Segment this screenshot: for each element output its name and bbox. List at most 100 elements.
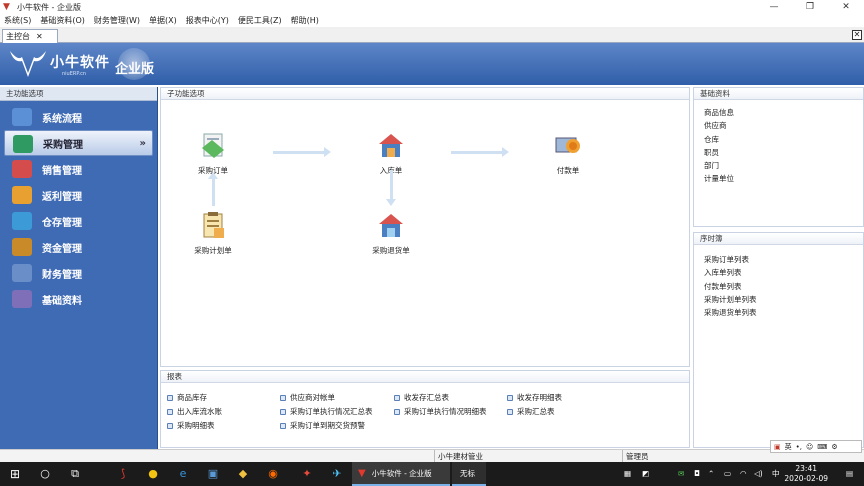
menu-finance[interactable]: 财务管理(W) <box>94 15 140 26</box>
app-window: ▼ 小牛软件 - 企业版 — ❐ ✕ 系统(S) 基础资料(O) 财务管理(W)… <box>0 0 864 463</box>
menu-reports[interactable]: 报表中心(Y) <box>186 15 229 26</box>
tray-wifi-icon[interactable]: ◠ <box>740 462 747 486</box>
menu-documents[interactable]: 单据(X) <box>149 15 177 26</box>
report-label: 采购订单执行情况明细表 <box>404 407 487 416</box>
nav-item-rebate[interactable]: 返利管理 <box>0 182 157 208</box>
report-link[interactable]: 收发存明细表 <box>507 392 562 403</box>
taskbar-app-xiaoniu[interactable]: ▼ 小牛软件 - 企业版 <box>352 462 450 486</box>
basic-link-warehouses[interactable]: 仓库 <box>704 133 863 146</box>
ime-lang[interactable]: 英 <box>785 442 792 452</box>
report-label: 采购订单执行情况汇总表 <box>290 407 373 416</box>
flow-purchase-order[interactable]: 采购订单 <box>189 130 237 176</box>
tray-app2-icon[interactable]: ◩ <box>642 462 649 486</box>
flow-arrow-in-to-payment <box>451 147 509 157</box>
menu-basic-data[interactable]: 基础资料(O) <box>40 15 85 26</box>
nav-item-finance[interactable]: 财务管理 <box>0 260 157 286</box>
sequence-link[interactable]: 采购退货单列表 <box>704 306 863 319</box>
purchase-plan-icon <box>203 212 224 238</box>
clock-time: 23:41 <box>795 464 818 473</box>
flow-label: 付款单 <box>556 166 580 175</box>
tray-wechat-icon[interactable]: ✉ <box>678 462 684 486</box>
edge-icon[interactable]: e <box>174 465 192 483</box>
taskbar-app2-label: 无标 <box>460 468 475 478</box>
windows-start-icon[interactable]: ⊞ <box>6 465 24 483</box>
report-label: 收发存汇总表 <box>404 393 449 402</box>
maximize-button[interactable]: ❐ <box>792 0 828 14</box>
rebate-icon <box>12 186 32 204</box>
basic-link-departments[interactable]: 部门 <box>704 159 863 172</box>
menu-tools[interactable]: 便民工具(Z) <box>238 15 282 26</box>
basic-link-products[interactable]: 商品信息 <box>704 106 863 119</box>
report-link[interactable]: 供应商对帐单 <box>280 392 335 403</box>
app-blue-icon[interactable]: ▣ <box>204 465 222 483</box>
basic-link-staff[interactable]: 职员 <box>704 146 863 159</box>
sequence-link[interactable]: 采购订单列表 <box>704 253 863 266</box>
minimize-button[interactable]: — <box>756 0 792 14</box>
basic-link-units[interactable]: 计量单位 <box>704 172 863 185</box>
report-link[interactable]: 采购订单执行情况汇总表 <box>280 406 373 417</box>
ime-keyboard-icon: ⌨ <box>817 442 828 451</box>
tray-chat-icon[interactable]: ◘ <box>694 462 700 486</box>
basic-link-suppliers[interactable]: 供应商 <box>704 119 863 132</box>
search-icon[interactable]: ○ <box>36 465 54 483</box>
app-orange-icon[interactable]: ◉ <box>264 465 282 483</box>
tray-input-lang[interactable]: 中 <box>772 462 780 486</box>
report-label: 采购订单到期交货预警 <box>290 421 365 430</box>
menu-help[interactable]: 帮助(H) <box>291 15 319 26</box>
nav-item-purchase[interactable]: 采购管理 » <box>4 130 153 156</box>
report-link[interactable]: 采购明细表 <box>167 420 215 431</box>
close-all-tabs-button[interactable]: ✕ <box>852 30 862 40</box>
flow-purchase-plan[interactable]: 采购计划单 <box>185 210 241 256</box>
nav-item-basic-data[interactable]: 基础资料 <box>0 286 157 312</box>
status-bar: 小牛建材管业 管理员 <box>0 449 864 463</box>
nav-header: 主功能选项 <box>0 87 157 101</box>
report-icon <box>507 394 513 401</box>
flow-purchase-return[interactable]: 采购退货单 <box>363 210 419 256</box>
nav-item-system-flow[interactable]: 系统流程 <box>0 104 157 130</box>
report-link[interactable]: 商品库存 <box>167 392 207 403</box>
tray-app-icon[interactable]: ▦ <box>624 462 631 486</box>
main-function-nav: 主功能选项 系统流程 采购管理 » 销售管理 返利管理 仓存管理 资金管理 财务… <box>0 87 158 449</box>
flow-arrow-in-to-return <box>386 170 396 206</box>
sequence-link[interactable]: 采购计划单列表 <box>704 293 863 306</box>
sequence-link[interactable]: 付款单列表 <box>704 280 863 293</box>
sequence-link[interactable]: 入库单列表 <box>704 266 863 279</box>
report-link[interactable]: 采购订单执行情况明细表 <box>394 406 487 417</box>
ime-logo-icon: ▣ <box>774 442 781 451</box>
tray-network-icon[interactable]: ▭ <box>724 462 731 486</box>
ime-toolbar[interactable]: ▣ 英 •, ☺ ⌨ ⚙ <box>770 440 862 453</box>
tray-volume-icon[interactable]: ◁) <box>754 462 763 486</box>
ime-emoji-icon: ☺ <box>805 442 814 451</box>
tab-console[interactable]: 主控台 ✕ <box>2 29 58 43</box>
app-red2-icon[interactable]: ✦ <box>298 465 316 483</box>
tab-close-icon[interactable]: ✕ <box>36 32 43 41</box>
report-link[interactable]: 采购订单到期交货预警 <box>280 420 365 431</box>
report-label: 收发存明细表 <box>517 393 562 402</box>
taskbar-clock[interactable]: 23:41 2020-02-09 <box>784 464 828 484</box>
menu-bar: 系统(S) 基础资料(O) 财务管理(W) 单据(X) 报表中心(Y) 便民工具… <box>0 14 864 27</box>
nav-item-inventory[interactable]: 仓存管理 <box>0 208 157 234</box>
flow-payment[interactable]: 付款单 <box>544 130 592 176</box>
report-label: 供应商对帐单 <box>290 393 335 402</box>
app-red-icon[interactable]: ⟆ <box>114 465 132 483</box>
app-cyan-icon[interactable]: ✈ <box>328 465 346 483</box>
tray-up-icon[interactable]: ⌃ <box>708 462 714 486</box>
basic-data-panel: 基础资料 商品信息 供应商 仓库 职员 部门 计量单位 <box>693 87 864 227</box>
report-link[interactable]: 出入库流水账 <box>167 406 222 417</box>
report-icon <box>394 408 400 415</box>
xiaoniu-icon: ▼ <box>358 467 366 479</box>
chrome-icon[interactable]: ● <box>144 465 162 483</box>
notification-icon[interactable]: ▤ <box>846 462 853 486</box>
report-link[interactable]: 收发存汇总表 <box>394 392 449 403</box>
nav-item-sales[interactable]: 销售管理 <box>0 156 157 182</box>
task-view-icon[interactable]: ⧉ <box>66 465 84 483</box>
nav-item-label: 资金管理 <box>42 243 82 255</box>
taskbar-app-untitled[interactable]: 无标 <box>452 462 486 486</box>
nav-item-funds[interactable]: 资金管理 <box>0 234 157 260</box>
report-link[interactable]: 采购汇总表 <box>507 406 555 417</box>
app-yellow-icon[interactable]: ◆ <box>234 465 252 483</box>
ime-punct-icon: •, <box>795 442 802 451</box>
close-button[interactable]: ✕ <box>828 0 864 14</box>
menu-system[interactable]: 系统(S) <box>4 15 31 26</box>
taskbar-app-label: 小牛软件 - 企业版 <box>371 468 432 478</box>
